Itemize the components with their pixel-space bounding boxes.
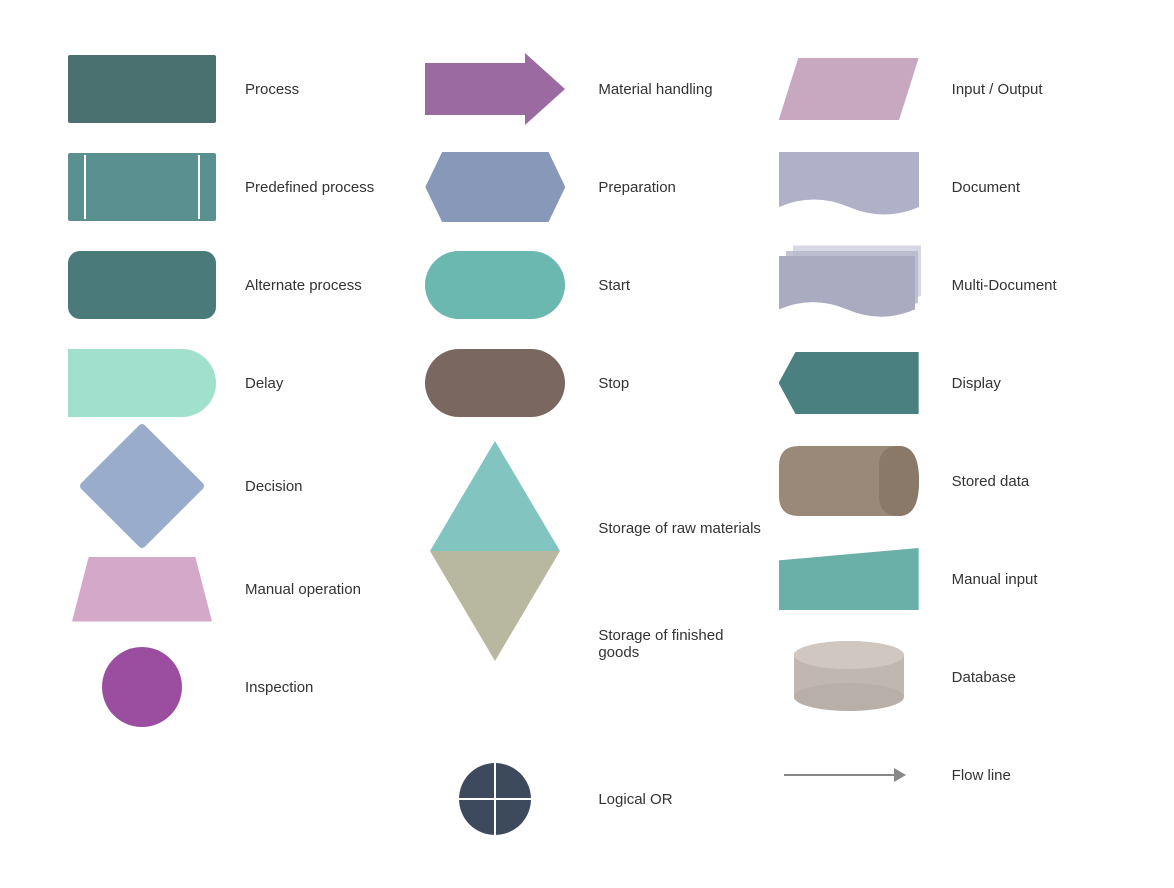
process-shape (68, 55, 216, 123)
manual-op-shape-container (57, 557, 227, 622)
database-shape (794, 641, 904, 713)
display-shape-container (764, 352, 934, 414)
storage-raw-label: Storage of raw materials (598, 520, 763, 537)
manual-operation-label: Manual operation (245, 581, 361, 598)
list-item: Decision (57, 441, 410, 531)
list-item: Start (410, 245, 763, 325)
start-shape (425, 251, 565, 319)
list-item: Inspection (57, 647, 410, 727)
flow-line-shape-container (764, 768, 934, 782)
display-label: Display (952, 375, 1052, 392)
process-shape-container (57, 55, 227, 123)
decision-shape-container (57, 441, 227, 531)
document-shape-container (764, 152, 934, 222)
preparation-shape-container (410, 152, 580, 222)
database-label: Database (952, 669, 1052, 686)
logical-or-shape (459, 763, 531, 835)
list-item: Manual input (764, 539, 1117, 619)
flow-line-arrow-icon (894, 768, 906, 782)
alternate-shape-container (57, 251, 227, 319)
column-left: Process Predefined process Alternate pro… (57, 49, 410, 839)
decision-label: Decision (245, 478, 345, 495)
list-item: Storage of raw materials Storage of fini… (410, 441, 763, 661)
decision-shape (78, 422, 205, 549)
list-item: Material handling (410, 49, 763, 129)
document-shape (779, 152, 919, 222)
flow-line-shape (784, 768, 914, 782)
list-item: Alternate process (57, 245, 410, 325)
input-output-label: Input / Output (952, 81, 1052, 98)
material-handling-shape-container (410, 53, 580, 125)
storage-finished-label: Storage of finished goods (598, 627, 763, 661)
list-item: Delay (57, 343, 410, 423)
column-right: Input / Output Document (764, 49, 1117, 839)
storage-group (430, 441, 560, 661)
list-item: Multi-Document (764, 245, 1117, 325)
input-output-shape-container (764, 58, 934, 120)
alternate-process-label: Alternate process (245, 277, 362, 294)
list-item: Manual operation (57, 549, 410, 629)
multi-document-shape (779, 245, 919, 325)
material-handling-label: Material handling (598, 81, 712, 98)
list-item: Document (764, 147, 1117, 227)
inspection-shape-container (57, 647, 227, 727)
stored-data-label: Stored data (952, 473, 1052, 490)
multi-document-label: Multi-Document (952, 277, 1057, 294)
list-item: Process (57, 49, 410, 129)
stored-data-shape (779, 446, 919, 516)
multi-document-shape-container (764, 245, 934, 325)
list-item: Stored data (764, 441, 1117, 521)
list-item: Stop (410, 343, 763, 423)
list-item: Predefined process (57, 147, 410, 227)
start-shape-container (410, 251, 580, 319)
manual-operation-shape (72, 557, 212, 622)
preparation-shape (425, 152, 565, 222)
stop-label: Stop (598, 375, 698, 392)
legend-container: Process Predefined process Alternate pro… (37, 29, 1137, 859)
logical-or-label: Logical OR (598, 791, 698, 808)
material-handling-shape (425, 53, 565, 125)
delay-shape-container (57, 349, 227, 417)
start-label: Start (598, 277, 698, 294)
list-item: Preparation (410, 147, 763, 227)
storage-labels: Storage of raw materials Storage of fini… (598, 520, 763, 661)
manual-input-shape-container (764, 548, 934, 610)
column-mid: Material handling Preparation Start Stop (410, 49, 763, 839)
logical-or-shape-container (410, 763, 580, 835)
manual-input-shape (779, 548, 919, 610)
alternate-process-shape (68, 251, 216, 319)
input-output-shape (779, 58, 919, 120)
flow-line-line (784, 774, 894, 776)
document-label: Document (952, 179, 1052, 196)
manual-input-label: Manual input (952, 571, 1052, 588)
stored-data-shape-container (764, 446, 934, 516)
multi-doc-layer-1 (779, 255, 915, 325)
storage-finished-shape (430, 551, 560, 661)
list-item: Display (764, 343, 1117, 423)
stop-shape (425, 349, 565, 417)
delay-shape (68, 349, 216, 417)
predefined-process-shape (68, 153, 216, 221)
list-item: Logical OR (410, 759, 763, 839)
list-item: Flow line (764, 735, 1117, 815)
delay-label: Delay (245, 375, 345, 392)
predefined-process-label: Predefined process (245, 179, 374, 196)
list-item: Database (764, 637, 1117, 717)
flow-line-label: Flow line (952, 767, 1052, 784)
process-label: Process (245, 81, 345, 98)
storage-shapes-container (410, 441, 580, 661)
display-shape (779, 352, 919, 414)
predefined-shape-container (57, 153, 227, 221)
inspection-shape (102, 647, 182, 727)
stop-shape-container (410, 349, 580, 417)
database-shape-container (764, 641, 934, 713)
preparation-label: Preparation (598, 179, 698, 196)
list-item: Input / Output (764, 49, 1117, 129)
storage-raw-shape (430, 441, 560, 551)
inspection-label: Inspection (245, 679, 345, 696)
